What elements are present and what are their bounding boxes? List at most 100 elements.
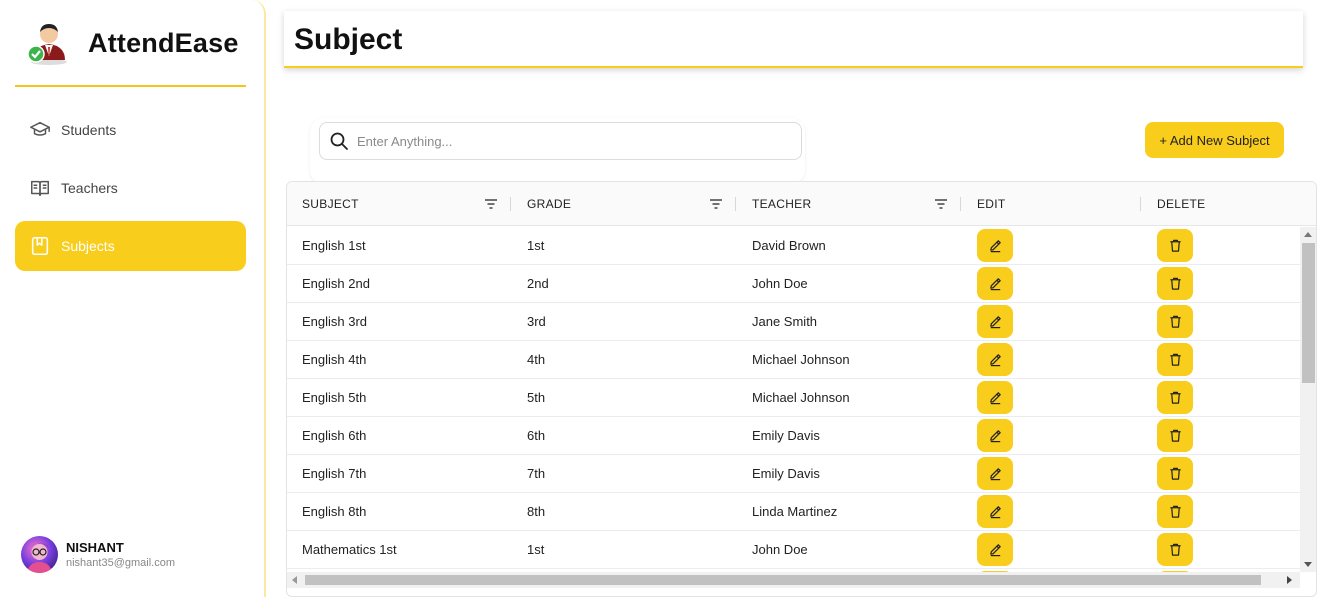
search-input[interactable] xyxy=(357,133,777,149)
delete-button[interactable] xyxy=(1157,381,1193,414)
teacher-cell: Emily Davis xyxy=(752,466,820,481)
teacher-cell: Michael Johnson xyxy=(752,390,850,405)
grade-cell: 3rd xyxy=(527,314,546,329)
column-divider[interactable] xyxy=(735,197,736,211)
edit-button[interactable] xyxy=(977,267,1013,300)
table-header: SUBJECT GRADE TEACHER EDIT DELETE xyxy=(287,182,1316,226)
teacher-cell: John Doe xyxy=(752,276,808,291)
pencil-icon xyxy=(988,352,1003,367)
app-name: AttendEase xyxy=(88,28,239,58)
avatar xyxy=(21,536,58,573)
column-divider[interactable] xyxy=(510,197,511,211)
column-header-subject[interactable]: SUBJECT xyxy=(302,182,512,226)
edit-button[interactable] xyxy=(977,305,1013,338)
table-row: English 6th 6th Emily Davis xyxy=(287,417,1300,455)
page-title: Subject xyxy=(294,23,403,56)
grade-cell: 1st xyxy=(527,542,545,557)
filter-icon[interactable] xyxy=(484,197,498,211)
filter-icon[interactable] xyxy=(709,197,723,211)
trash-icon xyxy=(1168,276,1183,291)
sidebar-item-label: Students xyxy=(61,122,117,138)
delete-button[interactable] xyxy=(1157,305,1193,338)
sidebar-item-teachers[interactable]: Teachers xyxy=(15,163,246,213)
edit-button[interactable] xyxy=(977,495,1013,528)
vertical-scrollbar[interactable] xyxy=(1300,227,1316,572)
user-profile[interactable]: NISHANT nishant35@gmail.com xyxy=(21,536,251,576)
scroll-up-arrow-icon[interactable] xyxy=(1304,232,1312,237)
subject-cell: English 7th xyxy=(302,466,367,481)
edit-button[interactable] xyxy=(977,419,1013,452)
subject-cell: English 3rd xyxy=(302,314,368,329)
column-header-grade[interactable]: GRADE xyxy=(527,182,737,226)
delete-button[interactable] xyxy=(1157,533,1193,566)
column-header-delete: DELETE xyxy=(1157,182,1307,226)
table-row: English 8th 8th Linda Martinez xyxy=(287,493,1300,531)
trash-icon xyxy=(1168,466,1183,481)
sidebar-item-subjects[interactable]: Subjects xyxy=(15,221,246,271)
column-divider[interactable] xyxy=(960,197,961,211)
teacher-cell: Linda Martinez xyxy=(752,504,838,519)
scroll-down-arrow-icon[interactable] xyxy=(1304,562,1312,567)
table-row: English 4th 4th Michael Johnson xyxy=(287,341,1300,379)
grade-cell: 6th xyxy=(527,428,546,443)
column-header-label: TEACHER xyxy=(752,197,812,211)
pencil-icon xyxy=(988,276,1003,291)
teacher-cell: Jane Smith xyxy=(752,314,818,329)
delete-button[interactable] xyxy=(1157,457,1193,490)
table-row: Mathematics 1st 1st John Doe xyxy=(287,531,1300,569)
page-header: Subject xyxy=(284,11,1303,68)
scroll-left-arrow-icon[interactable] xyxy=(292,576,297,584)
subject-cell: English 2nd xyxy=(302,276,370,291)
grade-cell: 7th xyxy=(527,466,546,481)
pencil-icon xyxy=(988,238,1003,253)
edit-button[interactable] xyxy=(977,343,1013,376)
table-row: English 1st 1st David Brown xyxy=(287,227,1300,265)
subject-cell: English 5th xyxy=(302,390,367,405)
column-header-label: EDIT xyxy=(977,197,1006,211)
horizontal-scrollbar[interactable] xyxy=(287,572,1300,588)
app-root: AttendEase Students Teachers Subjects NI… xyxy=(0,0,1335,597)
subject-cell: English 8th xyxy=(302,504,367,519)
filter-icon[interactable] xyxy=(934,197,948,211)
subject-cell: English 4th xyxy=(302,352,367,367)
trash-icon xyxy=(1168,390,1183,405)
grade-cell: 2nd xyxy=(527,276,549,291)
teacher-cell: Michael Johnson xyxy=(752,352,850,367)
user-email: nishant35@gmail.com xyxy=(66,557,175,569)
edit-button[interactable] xyxy=(977,533,1013,566)
column-header-teacher[interactable]: TEACHER xyxy=(752,182,962,226)
edit-button[interactable] xyxy=(977,229,1013,262)
scrollbar-thumb[interactable] xyxy=(305,575,1261,585)
add-new-subject-button[interactable]: + Add New Subject xyxy=(1145,122,1284,158)
subject-cell: English 1st xyxy=(302,238,366,253)
delete-button[interactable] xyxy=(1157,267,1193,300)
graduation-cap-icon xyxy=(29,119,51,141)
table-body: English 1st 1st David Brown English 2nd 2nd J… xyxy=(287,227,1300,572)
trash-icon xyxy=(1168,542,1183,557)
pencil-icon xyxy=(988,314,1003,329)
search-icon xyxy=(329,131,349,151)
trash-icon xyxy=(1168,504,1183,519)
sidebar-item-label: Teachers xyxy=(61,180,118,196)
user-name: NISHANT xyxy=(66,540,124,555)
column-divider[interactable] xyxy=(1140,197,1141,211)
scroll-right-arrow-icon[interactable] xyxy=(1287,576,1292,584)
delete-button[interactable] xyxy=(1157,229,1193,262)
subjects-table: SUBJECT GRADE TEACHER EDIT DELETE Englis… xyxy=(286,181,1317,597)
delete-button[interactable] xyxy=(1157,343,1193,376)
brand: AttendEase xyxy=(15,0,246,87)
column-header-label: GRADE xyxy=(527,197,572,211)
edit-button[interactable] xyxy=(977,457,1013,490)
search-box xyxy=(319,122,802,160)
table-row: English 2nd 2nd John Doe xyxy=(287,265,1300,303)
table-row: English 7th 7th Emily Davis xyxy=(287,455,1300,493)
teacher-cell: David Brown xyxy=(752,238,826,253)
column-header-label: SUBJECT xyxy=(302,197,359,211)
grade-cell: 8th xyxy=(527,504,546,519)
scrollbar-thumb[interactable] xyxy=(1302,243,1315,383)
delete-button[interactable] xyxy=(1157,419,1193,452)
sidebar-item-students[interactable]: Students xyxy=(15,105,246,155)
edit-button[interactable] xyxy=(977,381,1013,414)
delete-button[interactable] xyxy=(1157,495,1193,528)
pencil-icon xyxy=(988,466,1003,481)
